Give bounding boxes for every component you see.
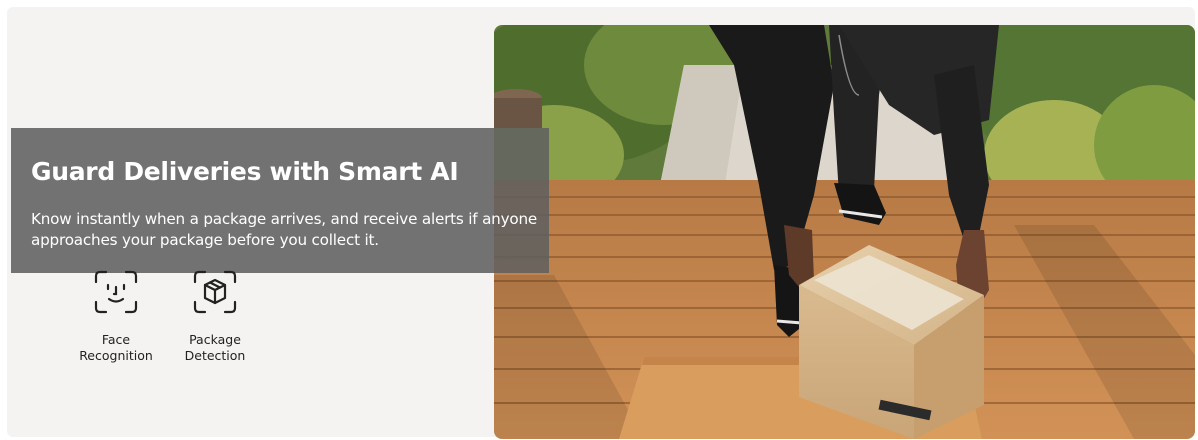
feature-label-line2: Detection (184, 348, 246, 363)
feature-label-line1: Face (101, 332, 131, 347)
headline-banner: Guard Deliveries with Smart AI Know inst… (11, 128, 549, 273)
feature-package-detection: Package Detection (165, 268, 265, 364)
feature-face-recognition: Face Recognition (66, 268, 166, 364)
page-title: Guard Deliveries with Smart AI (31, 157, 459, 186)
feature-description: Know instantly when a package arrives, a… (31, 210, 538, 249)
feature-label-line1: Package (189, 332, 241, 347)
feature-label-line2: Recognition (79, 348, 153, 363)
face-scan-icon (92, 268, 140, 316)
delivery-photo (494, 25, 1195, 439)
package-scan-icon (191, 268, 239, 316)
